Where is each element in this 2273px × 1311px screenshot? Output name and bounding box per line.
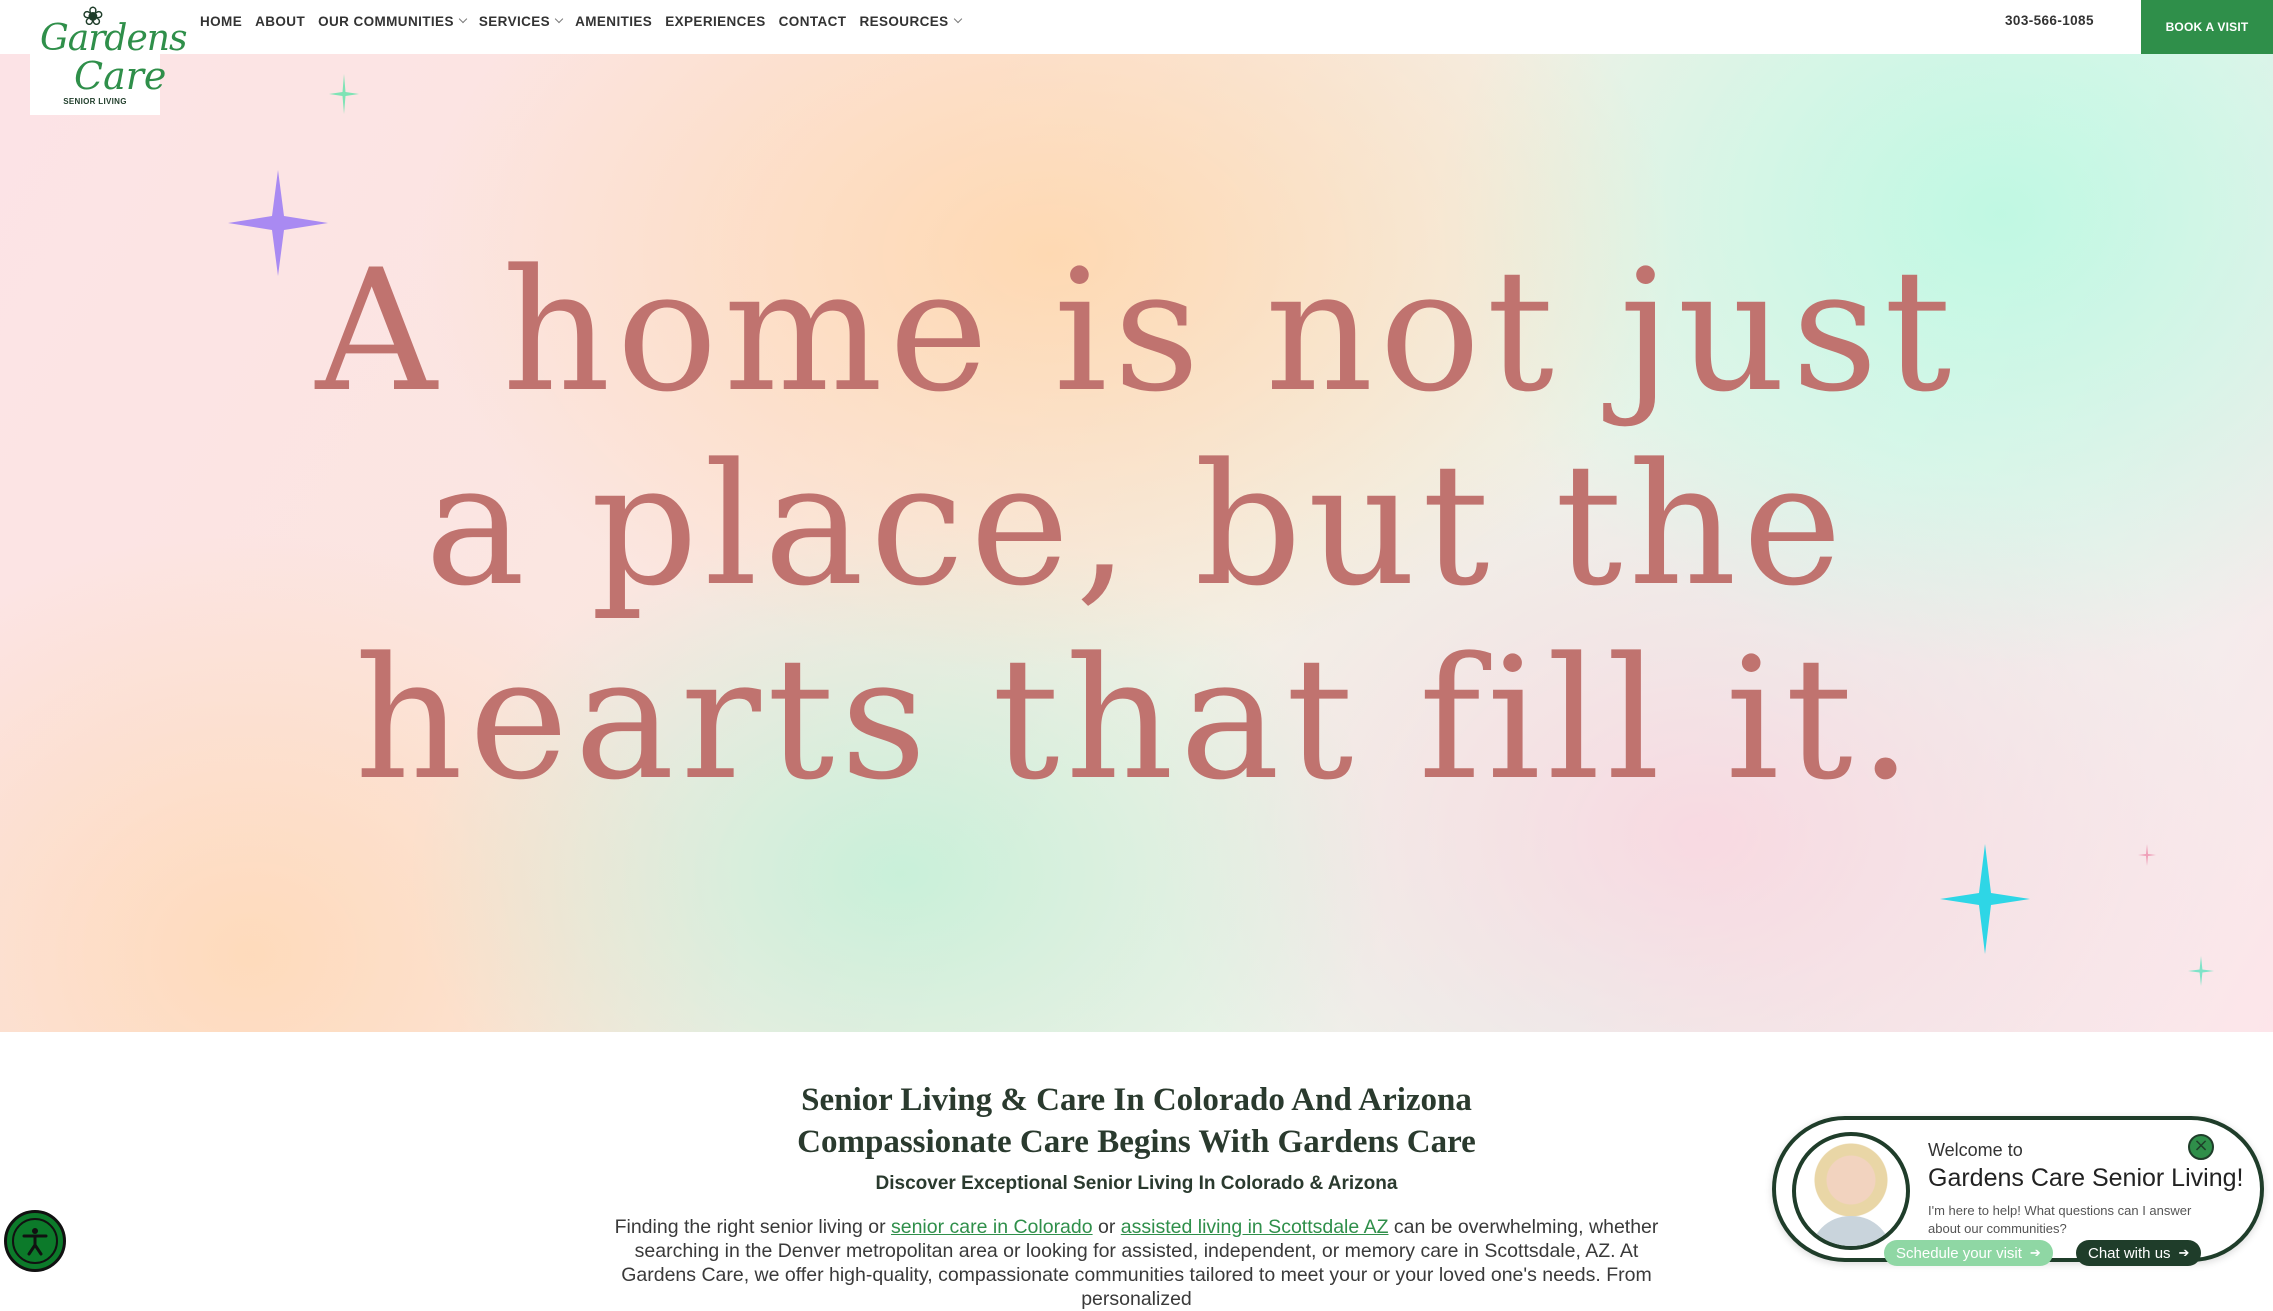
accessibility-icon (22, 1228, 48, 1256)
nav-services[interactable]: SERVICES (478, 13, 564, 29)
logo-tagline: SENIOR LIVING (63, 97, 127, 106)
chat-title: Gardens Care Senior Living! (1928, 1164, 2244, 1192)
nav-our-communities-label: OUR COMMUNITIES (318, 13, 454, 29)
hero-quote: A home is not just a place, but the hear… (0, 234, 2273, 816)
intro-heading-1: Senior Living & Care In Colorado And Ari… (801, 1082, 1472, 1118)
intro-text-1: Finding the right senior living or (614, 1216, 891, 1238)
chevron-down-icon (458, 14, 468, 24)
nav-amenities[interactable]: AMENITIES (575, 13, 652, 29)
hero-quote-line2: a place, but the (424, 427, 1849, 623)
nav-home-label: HOME (200, 13, 243, 29)
logo-wordmark-line2: Care (74, 54, 167, 98)
arrow-right-icon: ➔ (2029, 1245, 2041, 1260)
schedule-visit-label: Schedule your visit (1896, 1244, 2022, 1262)
assisted-living-scottsdale-link[interactable]: assisted living in Scottsdale AZ (1121, 1216, 1389, 1238)
nav-experiences[interactable]: EXPERIENCES (665, 13, 765, 29)
agent-avatar (1792, 1132, 1910, 1250)
nav-experiences-label: EXPERIENCES (665, 13, 766, 29)
chevron-down-icon (554, 14, 564, 24)
nav-our-communities[interactable]: OUR COMMUNITIES (318, 13, 468, 29)
sparkle-small-green-icon (329, 74, 359, 114)
close-icon[interactable]: × (2188, 1134, 2214, 1160)
chat-widget[interactable]: Welcome to Gardens Care Senior Living! I… (1772, 1116, 2264, 1266)
nav-contact-label: CONTACT (778, 13, 847, 29)
nav-about-label: ABOUT (255, 13, 306, 29)
nav-amenities-label: AMENITIES (575, 13, 653, 29)
nav-resources[interactable]: RESOURCES (859, 13, 962, 29)
nav-contact[interactable]: CONTACT (779, 13, 847, 29)
sparkle-small-teal-icon (2188, 956, 2214, 986)
site-logo[interactable]: ❀ Gardens Care SENIOR LIVING (30, 0, 187, 115)
arrow-right-icon: ➔ (2178, 1245, 2190, 1260)
top-navigation-bar: HOME ABOUT OUR COMMUNITIES SERVICES AMEN… (0, 0, 2273, 54)
senior-care-colorado-link[interactable]: senior care in Colorado (891, 1216, 1093, 1238)
accessibility-button[interactable] (4, 1210, 66, 1272)
schedule-visit-button[interactable]: Schedule your visit ➔ (1884, 1240, 2053, 1266)
nav-resources-label: RESOURCES (859, 13, 949, 29)
chevron-down-icon (953, 14, 962, 24)
chat-welcome-text: Welcome to (1928, 1140, 2023, 1160)
nav-about[interactable]: ABOUT (255, 13, 305, 29)
chat-with-us-label: Chat with us (2088, 1244, 2171, 1262)
nav-home[interactable]: HOME (200, 13, 242, 29)
hero-quote-line1: A home is not just (315, 233, 1958, 429)
nav-services-label: SERVICES (478, 13, 551, 29)
accessibility-ring (12, 1218, 58, 1264)
intro-text-2: or (1092, 1216, 1121, 1238)
avatar-shirt (1810, 1216, 1892, 1246)
phone-link[interactable]: 303-566-1085 (2005, 13, 2094, 28)
chat-message: I'm here to help! What questions can I a… (1928, 1203, 2192, 1236)
intro-paragraph: Finding the right senior living or senio… (600, 1215, 1673, 1311)
chat-with-us-button[interactable]: Chat with us ➔ (2076, 1240, 2202, 1266)
hero-banner: A home is not just a place, but the hear… (0, 54, 2273, 1032)
sparkle-pink-icon (2138, 844, 2156, 866)
logo-wordmark-line1: Gardens (40, 18, 187, 59)
sparkle-cyan-icon (1940, 844, 2030, 954)
main-nav: HOME ABOUT OUR COMMUNITIES SERVICES AMEN… (200, 13, 974, 29)
book-a-visit-button[interactable]: BOOK A VISIT (2141, 0, 2273, 54)
hero-quote-line3: hearts that fill it. (354, 621, 1919, 817)
